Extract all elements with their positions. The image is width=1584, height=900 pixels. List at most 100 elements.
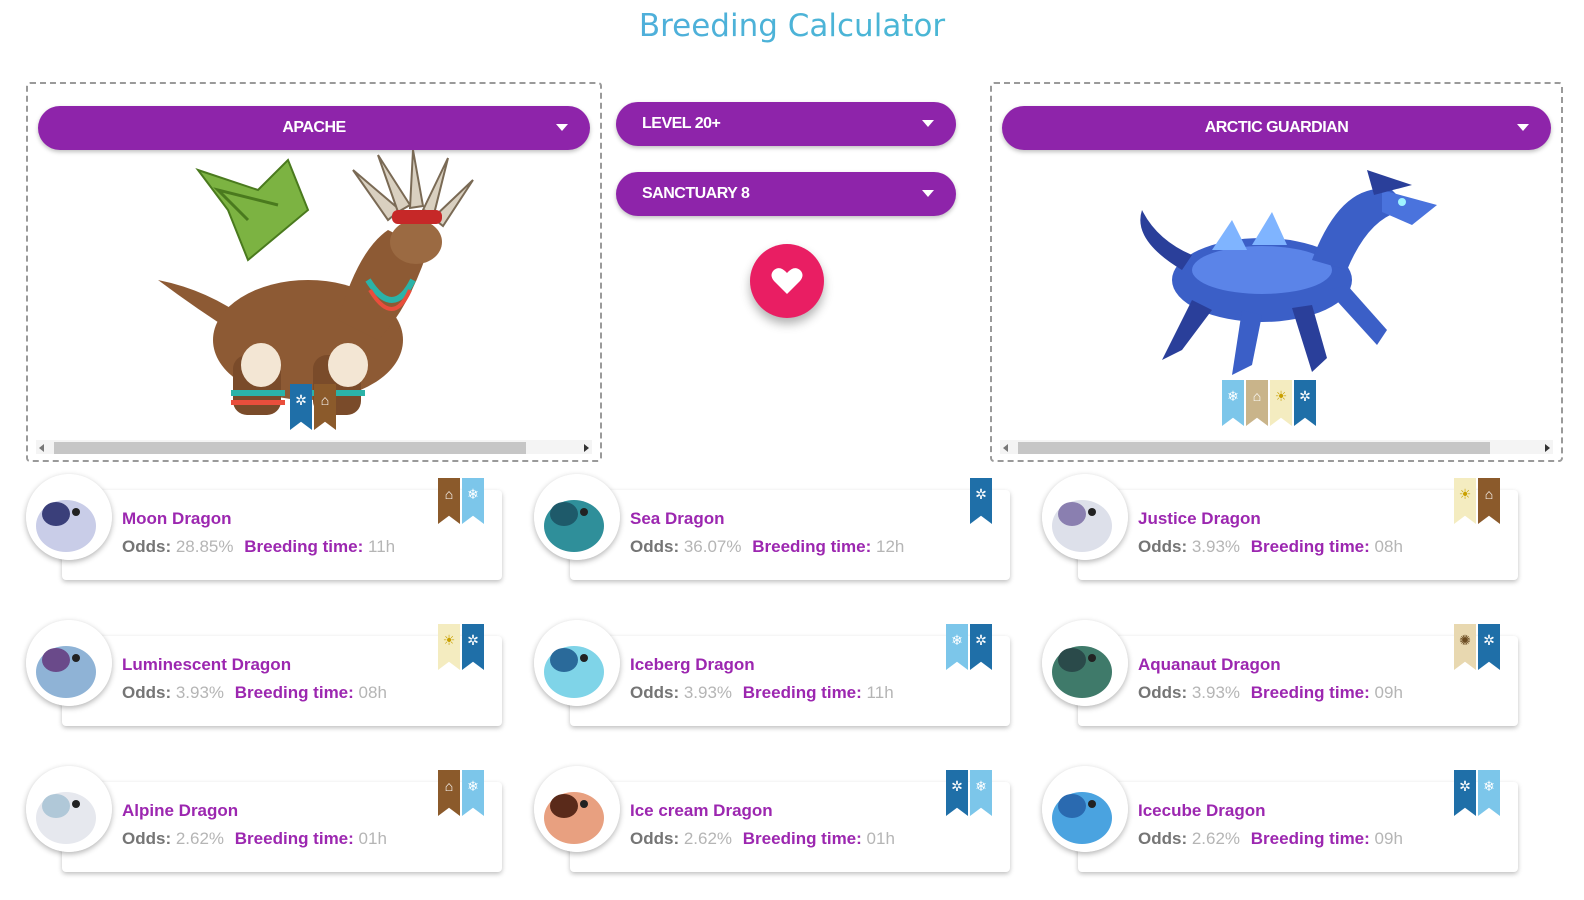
ice-element-badge: ❄ [462,478,484,524]
arctic-guardian-dragon-image [1140,170,1437,375]
odds-value: 3.93% [1191,683,1241,702]
parent-right-scrollbar[interactable] [1000,440,1553,454]
scroll-right-icon[interactable] [584,444,589,452]
chevron-down-icon [922,120,934,127]
dragon-stats: Odds: 3.93% Breeding time: 08h [1138,537,1403,557]
dragon-name: Iceberg Dragon [630,655,755,674]
snow-element-badge: ✲ [970,478,992,524]
dragon-stats: Odds: 3.93% Breeding time: 08h [122,683,387,703]
breeding-time-value: 09h [1374,829,1403,848]
dragon-stats: Odds: 2.62% Breeding time: 01h [122,829,387,849]
result-card-body [62,490,502,580]
dragon-name: Alpine Dragon [122,801,239,820]
primal-element-badge: ✺ [1454,624,1476,670]
element-badges: ✲ [970,478,992,524]
breeding-time-label: Breeding time: [1250,683,1370,702]
scroll-left-icon[interactable] [39,444,44,452]
result-card-body [570,782,1010,872]
scroll-right-icon[interactable] [1545,444,1550,452]
dragon-avatar [1042,474,1128,560]
earth-element-badge: ⌂ [438,770,460,816]
odds-label: Odds: [1138,537,1188,556]
odds-label: Odds: [122,683,172,702]
scroll-left-icon[interactable] [1003,444,1008,452]
odds-label: Odds: [122,829,172,848]
dragon-avatar [534,474,620,560]
parent-right-panel: ARCTIC GUARDIAN ❄ ⌂ ☀ ✲ [990,82,1563,462]
result-card[interactable]: Justice Dragon Odds: 3.93% Breeding time… [1042,474,1522,584]
breeding-time-label: Breeding time: [234,829,354,848]
dragon-stats: Odds: 2.62% Breeding time: 09h [1138,829,1403,849]
earth-element-badge: ⌂ [438,478,460,524]
ice-element-badge: ❄ [946,624,968,670]
odds-label: Odds: [1138,683,1188,702]
parent-right-select[interactable]: ARCTIC GUARDIAN [1002,106,1551,150]
dragon-portrait-image [1042,474,1128,560]
scroll-thumb[interactable] [1018,442,1490,454]
snow-element-badge: ✲ [1454,770,1476,816]
odds-label: Odds: [630,829,680,848]
result-card[interactable]: Iceberg Dragon Odds: 3.93% Breeding time… [534,620,1014,730]
chevron-down-icon [1517,124,1529,131]
level-select[interactable]: LEVEL 20+ [616,102,956,146]
parent-left-select[interactable]: APACHE [38,106,590,150]
sanctuary-select[interactable]: SANCTUARY 8 [616,172,956,216]
breeding-time-label: Breeding time: [742,683,862,702]
dragon-portrait-image [534,766,620,852]
breeding-time-label: Breeding time: [1250,537,1370,556]
breeding-time-value: 01h [866,829,895,848]
dragon-stats: Odds: 2.62% Breeding time: 01h [630,829,895,849]
level-select-label: LEVEL 20+ [642,115,721,132]
element-badges: ⌂ ❄ [438,770,484,816]
result-card[interactable]: Moon Dragon Odds: 28.85% Breeding time: … [26,474,506,584]
breeding-time-value: 09h [1374,683,1403,702]
snow-element-badge: ✲ [946,770,968,816]
dragon-avatar [26,766,112,852]
breed-button[interactable] [750,244,824,318]
result-card[interactable]: Sea Dragon Odds: 36.07% Breeding time: 1… [534,474,1014,584]
breeding-time-value: 11h [866,683,894,702]
result-card-body [62,636,502,726]
element-badges: ❄ ✲ [946,624,992,670]
snow-element-badge: ✲ [462,624,484,670]
dragon-name: Luminescent Dragon [122,655,292,674]
element-badges: ✲ ❄ [1454,770,1500,816]
breeding-time-label: Breeding time: [752,537,872,556]
dragon-name: Ice cream Dragon [630,801,773,820]
breeding-time-label: Breeding time: [234,683,354,702]
parent-left-scrollbar[interactable] [36,440,592,454]
sanctuary-select-label: SANCTUARY 8 [642,185,750,202]
scroll-thumb[interactable] [54,442,526,454]
dragon-avatar [1042,766,1128,852]
dragon-portrait-image [26,620,112,706]
result-card[interactable]: Aquanaut Dragon Odds: 3.93% Breeding tim… [1042,620,1522,730]
breeding-time-label: Breeding time: [742,829,862,848]
odds-value: 36.07% [683,537,742,556]
element-badges: ☀ ⌂ [1454,478,1500,524]
result-card-body [570,636,1010,726]
odds-label: Odds: [122,537,172,556]
page-title: Breeding Calculator [0,8,1584,44]
breeding-time-value: 01h [358,829,387,848]
dragon-stats: Odds: 3.93% Breeding time: 09h [1138,683,1403,703]
dragon-avatar [26,620,112,706]
light-element-badge: ☀ [438,624,460,670]
chevron-down-icon [556,124,568,131]
element-badges: ☀ ✲ [438,624,484,670]
dragon-name: Sea Dragon [630,509,725,528]
dragon-portrait-image [534,620,620,706]
dragon-name: Icecube Dragon [1138,801,1266,820]
result-card[interactable]: Icecube Dragon Odds: 2.62% Breeding time… [1042,766,1522,876]
odds-value: 3.93% [683,683,733,702]
result-card[interactable]: Luminescent Dragon Odds: 3.93% Breeding … [26,620,506,730]
element-badges: ✲ ❄ [946,770,992,816]
light-element-badge: ☀ [1454,478,1476,524]
result-card[interactable]: Ice cream Dragon Odds: 2.62% Breeding ti… [534,766,1014,876]
dragon-avatar [1042,620,1128,706]
parent-left-select-label: APACHE [282,119,346,136]
breeding-time-label: Breeding time: [244,537,364,556]
dragon-portrait-image [26,766,112,852]
snow-element-badge: ✲ [1478,624,1500,670]
result-card[interactable]: Alpine Dragon Odds: 2.62% Breeding time:… [26,766,506,876]
parent-right-select-label: ARCTIC GUARDIAN [1204,119,1349,136]
